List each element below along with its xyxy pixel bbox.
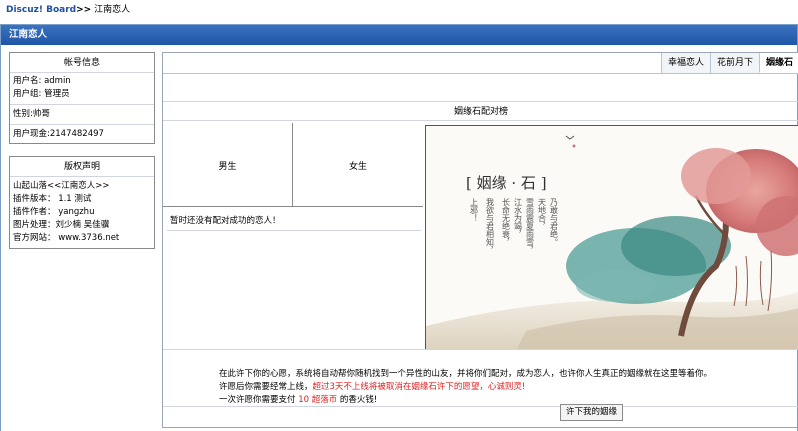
plugin-frame: 江南恋人 帐号信息 用户名: admin 用户组: 管理员 性别:帅哥 用户现金… — [0, 24, 798, 431]
notice-line-1: 在此许下你的心愿，系统将自动帮你随机找到一个异性的山友，并将你们配对，成为恋人，… — [219, 369, 713, 379]
copyright-line: 插件版本： 1.1 测试 — [13, 194, 92, 204]
copyright-box: 版权声明 山起山落<<江南恋人>> 插件版本： 1.1 测试 插件作者： yan… — [9, 156, 155, 249]
notice-warning: 超过3天不上线将被取消在姻缘石许下的愿望，心诚则灵! — [312, 382, 526, 392]
account-info-box: 帐号信息 用户名: admin 用户组: 管理员 性别:帅哥 用户现金:2147… — [9, 52, 155, 144]
pair-female-header: 女生 — [348, 161, 367, 172]
breadcrumb-current: 江南恋人 — [94, 5, 131, 15]
section-title: 姻缘石配对榜 — [163, 101, 798, 121]
divider — [163, 349, 798, 350]
account-gender: 性别:帅哥 — [13, 109, 50, 119]
copyright-title: 版权声明 — [10, 157, 154, 177]
notice-text: 的香火钱! — [337, 395, 378, 405]
poem-line: 江水为竭， — [514, 198, 523, 238]
divider — [163, 406, 798, 407]
breadcrumb-home-link[interactable]: Discuz! Board — [6, 5, 76, 15]
notice-line-2: 许愿后你需要经常上线，超过3天不上线将被取消在姻缘石许下的愿望，心诚则灵! — [219, 381, 798, 394]
account-cash: 用户现金:2147482497 — [13, 129, 104, 139]
poem-line: 雪雨震夏雨雪， — [526, 198, 535, 254]
account-username: 用户名: admin — [13, 76, 71, 86]
page-title: 江南恋人 — [1, 25, 797, 45]
tab-bar: 幸福恋人 花前月下 姻缘石 — [660, 53, 798, 73]
wish-notice: 在此许下你的心愿，系统将自动帮你随机找到一个异性的山友，并将你们配对，成为恋人，… — [219, 368, 798, 407]
tab-moonlight[interactable]: 花前月下 — [709, 53, 759, 73]
account-info-title: 帐号信息 — [10, 53, 154, 73]
divider — [10, 124, 154, 125]
illustration-graphic: [ 姻缘 · 石 ] 乃敢与君绝。 天地合， 雪雨震夏雨雪， 江水为竭， 长命无… — [426, 126, 798, 349]
left-sidebar: 帐号信息 用户名: admin 用户组: 管理员 性别:帅哥 用户现金:2147… — [9, 52, 155, 249]
poem-line: 天地合， — [538, 198, 547, 230]
poem-line: 乃敢与君绝。 — [550, 198, 559, 246]
copyright-line: 山起山落<<江南恋人>> — [13, 181, 110, 191]
notice-cost: 10 超落币 — [298, 395, 338, 405]
tab-happy-lovers[interactable]: 幸福恋人 — [660, 53, 710, 73]
pair-empty-message: 暂时还没有配对成功的恋人！ — [167, 211, 421, 231]
breadcrumb-separator: >> — [76, 5, 92, 15]
divider — [163, 73, 798, 74]
copyright-line: 插件作者： yangzhu — [13, 207, 95, 217]
illustration-title: [ 姻缘 · 石 ] — [466, 174, 547, 192]
main-panel: 幸福恋人 花前月下 姻缘石 姻缘石配对榜 男生 女生 暂时还没有配对成功的恋人！ — [162, 52, 798, 428]
copyright-line: 图片处理：刘少楠 吴佳骥 — [13, 220, 110, 230]
breadcrumb: Discuz! Board>> 江南恋人 — [6, 3, 130, 17]
poem-line: 上邪！ — [470, 198, 479, 222]
make-wish-button[interactable]: 许下我的姻缘 — [560, 404, 624, 421]
poem-line: 我欲与君相知， — [486, 197, 495, 254]
poem-line: 长命无绝衰， — [502, 197, 511, 246]
divider — [10, 104, 154, 105]
copyright-website[interactable]: 官方网站： www.3736.net — [13, 232, 151, 245]
marriage-stone-illustration: [ 姻缘 · 石 ] 乃敢与君绝。 天地合， 雪雨震夏雨雪， 江水为竭， 长命无… — [425, 125, 798, 350]
notice-text: 许愿后你需要经常上线， — [219, 382, 313, 392]
account-usergroup: 用户组: 管理员 — [13, 89, 70, 99]
pair-male-header: 男生 — [163, 123, 293, 207]
notice-text: 一次许愿你需要支付 — [219, 395, 299, 405]
pair-table-header: 男生 女生 — [163, 123, 423, 207]
tab-marriage-stone[interactable]: 姻缘石 — [758, 53, 798, 73]
